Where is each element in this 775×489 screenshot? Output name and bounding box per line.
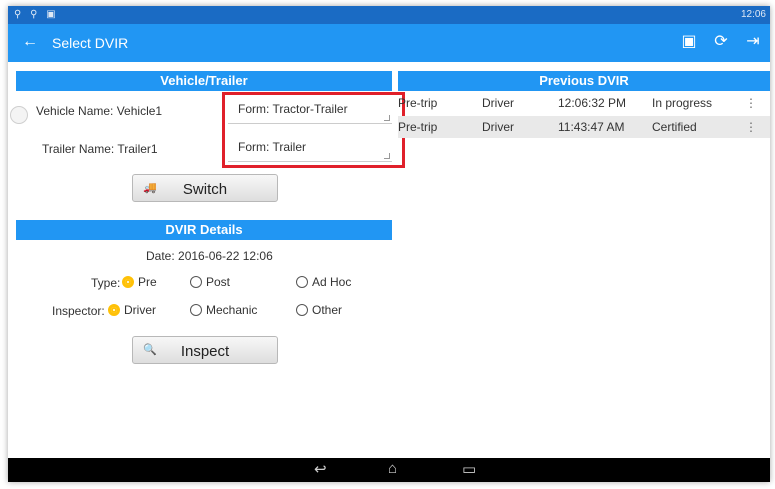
more-options-icon[interactable]: ⋮ (745, 96, 758, 110)
trailer-name-label: Trailer Name: Trailer1 (42, 142, 158, 156)
page-title: Select DVIR (52, 35, 129, 51)
radio-unselected-icon (296, 276, 308, 288)
logout-icon[interactable]: ⇥ (744, 31, 762, 53)
type-option-adhoc[interactable]: Ad Hoc (296, 275, 351, 289)
dvir-details-header: DVIR Details (16, 220, 392, 240)
status-icons: ⚲ ⚲ ▣ (14, 9, 59, 20)
refresh-icon[interactable]: ⟳ (712, 31, 730, 53)
inspector-option-driver[interactable]: Driver (108, 303, 156, 317)
status-bar: ⚲ ⚲ ▣ 12:06 (8, 6, 770, 24)
dvir-date: Date: 2016-06-22 12:06 (146, 249, 273, 263)
radio-unselected-icon (296, 304, 308, 316)
status-time: 12:06 (740, 9, 766, 20)
switch-button[interactable]: 🚚 Switch (132, 174, 278, 202)
nav-recents-icon[interactable]: ▭ (462, 460, 476, 478)
type-option-post[interactable]: Post (190, 275, 230, 289)
radio-selected-icon (108, 304, 120, 316)
inspector-option-mechanic[interactable]: Mechanic (190, 303, 257, 317)
dvir-row[interactable]: Pre-trip Driver 11:43:47 AM Certified ⋮ (398, 116, 770, 138)
switch-button-label: Switch (182, 181, 228, 198)
nav-back-icon[interactable]: ↩ (314, 460, 327, 478)
previous-dvir-header: Previous DVIR (398, 71, 770, 91)
dvir-row[interactable]: Pre-trip Driver 12:06:32 PM In progress … (398, 92, 770, 114)
form-highlight-box (222, 92, 405, 168)
vehicle-trailer-header: Vehicle/Trailer (16, 71, 392, 91)
back-arrow-icon[interactable]: ← (22, 33, 38, 51)
system-nav-bar: ↩ ⌂ ▭ (8, 458, 770, 482)
vehicle-name-label: Vehicle Name: Vehicle1 (36, 104, 163, 118)
inspector-label: Inspector: (52, 304, 105, 318)
more-options-icon[interactable]: ⋮ (745, 120, 758, 134)
inspect-button[interactable]: 🔍 Inspect (132, 336, 278, 364)
type-option-pre[interactable]: Pre (122, 275, 157, 289)
app-bar: ← Select DVIR ▣ ⟳ ⇥ (8, 24, 770, 62)
inspect-button-label: Inspect (180, 343, 230, 360)
inspector-option-other[interactable]: Other (296, 303, 342, 317)
radio-unselected-icon (190, 276, 202, 288)
nav-home-icon[interactable]: ⌂ (388, 460, 397, 477)
app-window: ⚲ ⚲ ▣ 12:06 ← Select DVIR ▣ ⟳ ⇥ Vehicle/… (8, 6, 770, 482)
radio-selected-icon (122, 276, 134, 288)
dvir-icon[interactable]: ▣ (680, 31, 698, 53)
app-bar-actions: ▣ ⟳ ⇥ (680, 31, 762, 53)
radio-unselected-icon (190, 304, 202, 316)
vehicle-select-radio[interactable] (10, 106, 28, 124)
type-label: Type: (91, 276, 121, 290)
